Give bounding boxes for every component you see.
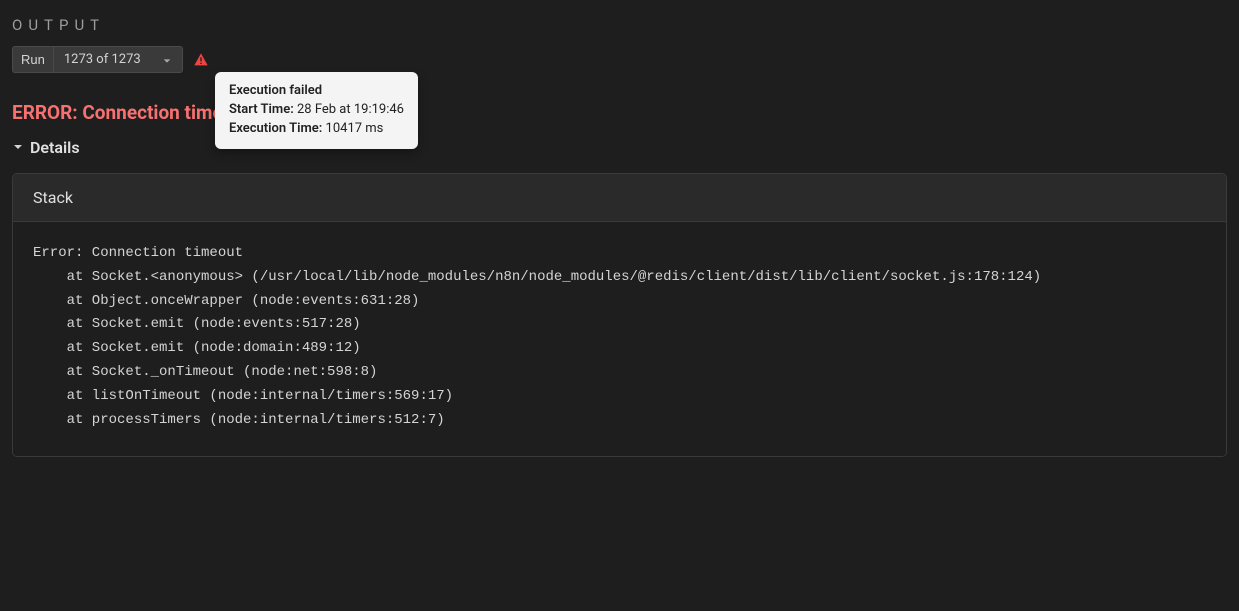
run-controls: Run 1273 of 1273: [12, 46, 183, 73]
chevron-down-icon: [162, 55, 172, 65]
stack-header: Stack: [13, 174, 1226, 222]
error-title: ERROR: Connection timeout: [0, 73, 1239, 124]
controls-row: Run 1273 of 1273 Execution failed Start …: [0, 34, 1239, 73]
execution-tooltip: Execution failed Start Time: 28 Feb at 1…: [215, 72, 418, 149]
stack-panel: Stack Error: Connection timeout at Socke…: [12, 173, 1227, 457]
stack-body: Error: Connection timeout at Socket.<ano…: [13, 222, 1226, 456]
details-toggle[interactable]: Details: [0, 124, 1239, 157]
run-selector[interactable]: 1273 of 1273: [53, 46, 183, 73]
run-button[interactable]: Run: [12, 46, 53, 73]
run-value: 1273 of 1273: [64, 52, 141, 67]
details-label: Details: [30, 138, 80, 157]
warning-icon: [193, 52, 209, 68]
tooltip-start-label: Start Time:: [229, 102, 294, 117]
tooltip-title: Execution failed: [229, 83, 322, 98]
output-header: OUTPUT: [0, 0, 1239, 34]
output-title: OUTPUT: [12, 16, 1227, 34]
tooltip-start-value: 28 Feb at 19:19:46: [297, 102, 404, 117]
tooltip-exec-label: Execution Time:: [229, 121, 322, 136]
chevron-down-icon: [12, 138, 24, 157]
tooltip-exec-value: 10417 ms: [326, 121, 384, 136]
